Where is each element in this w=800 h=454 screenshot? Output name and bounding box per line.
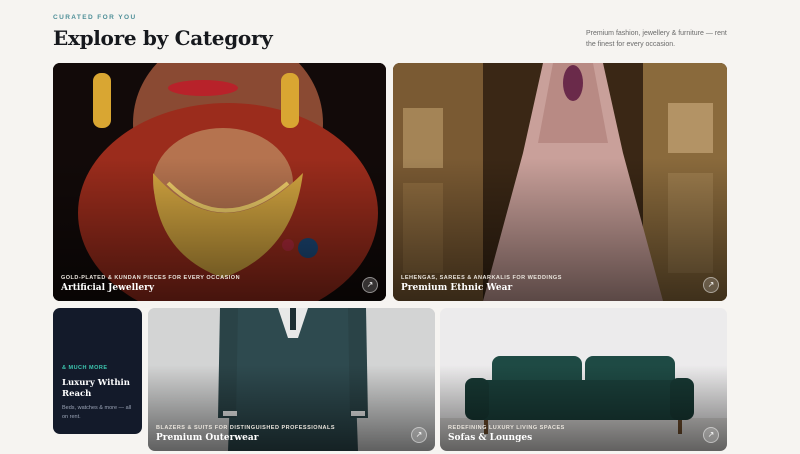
section-title: Explore by Category [53, 26, 273, 50]
category-card-luxury[interactable]: & MUCH MORE Luxury Within Reach Beds, wa… [53, 308, 142, 434]
section-tagline: Premium fashion, jewellery & furniture —… [586, 30, 727, 48]
card-subtitle: REDEFINING LUXURY LIVING SPACES [448, 425, 565, 431]
section-eyebrow: CURATED FOR YOU [53, 14, 137, 21]
card-subtitle: LEHENGAS, SAREES & ANARKALIS FOR WEDDING… [401, 275, 562, 281]
luxury-title: Luxury Within Reach [62, 378, 130, 399]
card-title: Premium Ethnic Wear [401, 283, 513, 293]
category-card-sofas-lounges[interactable]: REDEFINING LUXURY LIVING SPACES Sofas & … [440, 308, 727, 451]
card-title: Premium Outerwear [156, 433, 259, 443]
luxury-tag: & MUCH MORE [62, 365, 108, 371]
section-header: CURATED FOR YOU Explore by Category Prem… [53, 14, 733, 54]
card-title: Artificial Jewellery [61, 283, 155, 293]
arrow-up-right-icon[interactable]: ↗ [703, 277, 719, 293]
category-card-premium-outerwear[interactable]: BLAZERS & SUITS FOR DISTINGUISHED PROFES… [148, 308, 435, 451]
luxury-description: Beds, watches & more — all on rent. [62, 405, 132, 420]
category-card-premium-ethnic-wear[interactable]: LEHENGAS, SAREES & ANARKALIS FOR WEDDING… [393, 63, 727, 301]
card-subtitle: BLAZERS & SUITS FOR DISTINGUISHED PROFES… [156, 425, 336, 431]
category-card-artificial-jewellery[interactable]: GOLD-PLATED & KUNDAN PIECES FOR EVERY OC… [53, 63, 386, 301]
card-subtitle: GOLD-PLATED & KUNDAN PIECES FOR EVERY OC… [61, 275, 241, 281]
arrow-up-right-icon[interactable]: ↗ [411, 427, 427, 443]
arrow-up-right-icon[interactable]: ↗ [362, 277, 378, 293]
arrow-up-right-icon[interactable]: ↗ [703, 427, 719, 443]
card-title: Sofas & Lounges [448, 433, 533, 443]
